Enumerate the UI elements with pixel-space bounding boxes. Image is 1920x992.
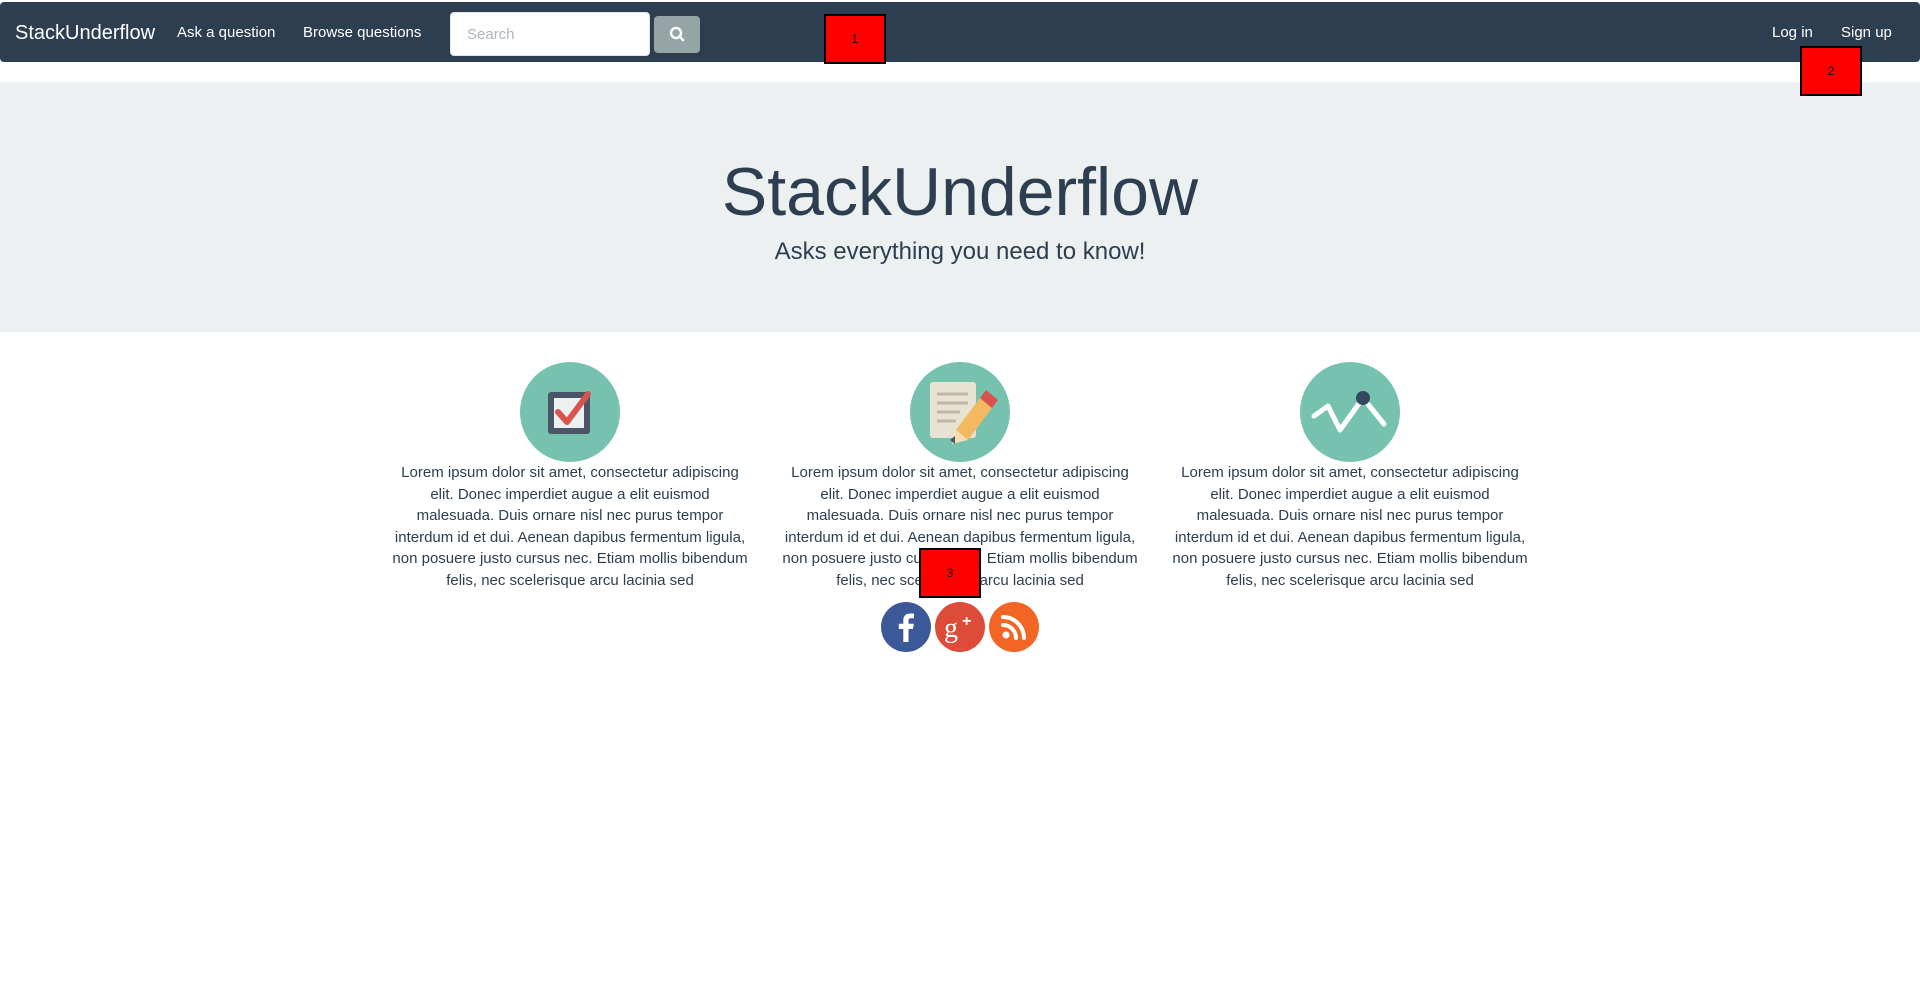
brand-link[interactable]: StackUnderflow [15, 21, 155, 45]
document-pencil-icon [910, 362, 1010, 462]
checkbox-icon [520, 362, 620, 462]
feature-text-1: Lorem ipsum dolor sit amet, consectetur … [392, 464, 748, 589]
rss-button[interactable] [989, 602, 1039, 652]
svg-text:g: g [944, 613, 958, 644]
feature-text-3: Lorem ipsum dolor sit amet, consectetur … [1172, 464, 1528, 589]
svg-text:+: + [962, 613, 971, 630]
feature-column-3: Lorem ipsum dolor sit amet, consectetur … [1165, 362, 1535, 591]
hero-subtitle: Asks everything you need to know! [774, 238, 1146, 265]
login-link[interactable]: Log in [1772, 22, 1813, 44]
annotation-marker-1: 1 [824, 14, 886, 64]
facebook-icon [898, 613, 914, 642]
google-plus-icon: g + [944, 613, 971, 644]
search-icon [669, 26, 685, 42]
rss-icon [1001, 615, 1026, 640]
facebook-button[interactable] [881, 602, 931, 652]
google-plus-button[interactable]: g + [935, 602, 985, 652]
annotation-marker-3: 3 [919, 548, 981, 598]
nav-browse-questions[interactable]: Browse questions [303, 22, 421, 44]
line-chart-icon [1300, 362, 1400, 462]
search-input[interactable] [450, 12, 650, 56]
feature-column-1: Lorem ipsum dolor sit amet, consectetur … [385, 362, 755, 591]
hero-title: StackUnderflow [721, 154, 1199, 230]
social-links: g + [880, 602, 1040, 652]
nav-ask-question[interactable]: Ask a question [177, 22, 275, 44]
hero-jumbotron: StackUnderflow Asks everything you need … [0, 82, 1920, 332]
search-button[interactable] [654, 16, 700, 53]
signup-link[interactable]: Sign up [1841, 22, 1892, 44]
top-navbar: StackUnderflow Ask a question Browse que… [0, 2, 1920, 62]
annotation-marker-2: 2 [1800, 46, 1862, 96]
